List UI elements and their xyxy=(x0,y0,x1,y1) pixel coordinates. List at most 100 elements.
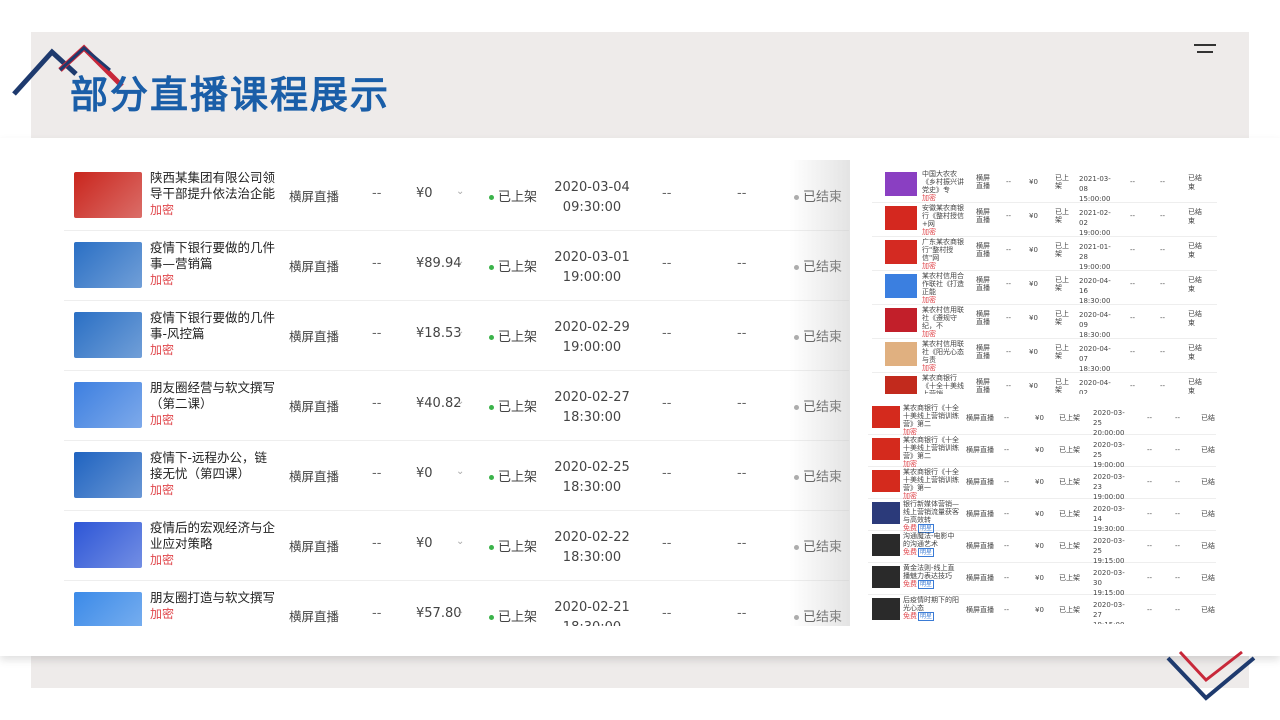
live-type: 横屏直播 xyxy=(966,606,994,614)
menu-icon[interactable] xyxy=(1194,44,1216,56)
course-thumbnail[interactable] xyxy=(885,308,917,332)
chevron-down-icon[interactable]: ⌄ xyxy=(456,256,464,267)
live-end-status: 已结束 xyxy=(1188,242,1202,259)
course-thumbnail[interactable] xyxy=(74,452,142,498)
live-type: 横屏直播 xyxy=(976,378,990,394)
placeholder-dash: -- xyxy=(1004,542,1010,550)
price: ¥0 xyxy=(1029,212,1038,220)
chevron-down-icon[interactable]: ⌄ xyxy=(456,326,464,337)
live-end-status: 已结束 xyxy=(1188,276,1202,293)
price: ¥18.53 xyxy=(416,326,462,341)
course-thumbnail[interactable] xyxy=(885,172,917,196)
price: ¥0 xyxy=(1035,542,1044,550)
chevron-down-icon[interactable]: ⌄ xyxy=(456,396,464,407)
chevron-down-icon[interactable]: ⌄ xyxy=(456,186,464,197)
access-tag: 加密 xyxy=(922,330,936,338)
course-name[interactable]: 疫情后的宏观经济与企业应对策略 加密 xyxy=(150,520,275,568)
course-thumbnail[interactable] xyxy=(74,242,142,288)
placeholder-dash: -- xyxy=(1160,246,1166,254)
course-thumbnail[interactable] xyxy=(885,342,917,366)
chevron-down-icon[interactable]: ⌄ xyxy=(456,536,464,547)
live-type: 横屏直播 xyxy=(976,208,990,224)
course-name[interactable]: 沟通魔法-电影中的沟通艺术 免费 明星 xyxy=(903,532,959,557)
price: ¥0 xyxy=(1029,314,1038,322)
course-name[interactable]: 疫情下-远程办公，链接无忧（第四课） 加密 xyxy=(150,450,275,498)
table-row: 某农商银行《十全十美线上营销加密横屏直播 -- ¥0 已上架 2020-04-02 18… xyxy=(872,372,1217,394)
course-name[interactable]: 黄金法则-线上直播魅力表达技巧 免费 明星 xyxy=(903,564,959,589)
course-name[interactable]: 陕西某集团有限公司领导干部提升依法治企能 加密 xyxy=(150,170,275,218)
course-thumbnail[interactable] xyxy=(872,566,900,588)
placeholder-dash: -- xyxy=(1004,574,1010,582)
course-thumbnail[interactable] xyxy=(885,206,917,230)
course-thumbnail[interactable] xyxy=(74,592,142,626)
listing-status: 已上架 xyxy=(1059,414,1080,422)
course-name[interactable]: 朋友圈打造与软文撰写 加密 xyxy=(150,590,275,622)
chevron-down-icon[interactable]: ⌄ xyxy=(456,466,464,477)
course-name[interactable]: 广东某农商银行"整村授信"网 加密 xyxy=(922,238,964,270)
course-name[interactable]: 某农村信用合作联社《打造正能 加密 xyxy=(922,272,964,304)
listing-status: 已上架 xyxy=(1055,378,1069,394)
encryption-tag: 加密 xyxy=(150,483,175,497)
course-name[interactable]: 后疫情时期下的阳光心态 免费 明星 xyxy=(903,596,959,621)
course-name[interactable]: 某农商银行《十全十美线上营销训练营》第一 加密 xyxy=(903,468,959,500)
listing-status: 已上架 xyxy=(1059,510,1080,518)
live-end-status: 已结 xyxy=(1201,542,1215,550)
course-name[interactable]: 疫情下银行要做的几件事-风控篇 加密 xyxy=(150,310,275,358)
placeholder-dash: -- xyxy=(372,396,382,411)
course-thumbnail[interactable] xyxy=(885,274,917,298)
placeholder-dash: -- xyxy=(1160,178,1166,186)
course-name[interactable]: 中国大农农《乡村振兴讲党史》专 加密 xyxy=(922,170,964,202)
placeholder-dash: -- xyxy=(1147,606,1153,614)
access-tag: 加密 xyxy=(922,364,936,372)
course-name[interactable]: 朋友圈经营与软文撰写（第二课） 加密 xyxy=(150,380,275,428)
course-thumbnail[interactable] xyxy=(872,438,900,460)
chevron-down-icon[interactable]: ⌄ xyxy=(456,606,464,617)
live-type: 横屏直播 xyxy=(289,469,340,484)
star-badge: 明星 xyxy=(918,548,935,557)
course-name[interactable]: 疫情下银行要做的几件事—营销篇 加密 xyxy=(150,240,275,288)
listing-status: 已上架 xyxy=(1059,606,1080,614)
placeholder-dash: -- xyxy=(737,396,747,411)
listing-status: 已上架 xyxy=(1055,310,1069,326)
table-row: 疫情下银行要做的几件事-风控篇 加密 横屏直播 -- ¥18.53 已上架 2020-02-… xyxy=(64,300,849,371)
table-row: 某农村信用合作联社《打造正能 加密 横屏直播 -- ¥0 已上架 2020-04-16 18… xyxy=(872,270,1217,305)
listing-status: 已上架 xyxy=(489,396,537,415)
price: ¥0 xyxy=(1029,280,1038,288)
course-thumbnail[interactable] xyxy=(74,522,142,568)
course-thumbnail[interactable] xyxy=(872,534,900,556)
course-thumbnail[interactable] xyxy=(872,406,900,428)
placeholder-dash: -- xyxy=(372,536,382,551)
price: ¥0 xyxy=(416,186,433,201)
course-thumbnail[interactable] xyxy=(74,172,142,218)
listing-status: 已上架 xyxy=(489,256,537,275)
listing-status: 已上架 xyxy=(1059,574,1080,582)
course-name[interactable]: 某农商银行《十全十美线上营销训练营》第二 加密 xyxy=(903,404,959,436)
table-row: 广东某农商银行"整村授信"网 加密 横屏直播 -- ¥0 已上架 2021-01-28 19… xyxy=(872,236,1217,271)
course-thumbnail[interactable] xyxy=(872,502,900,524)
price: ¥40.82 xyxy=(416,396,462,411)
live-end-status: 已结束 xyxy=(1188,344,1202,361)
course-name[interactable]: 某农商银行《十全十美线上营销训练营》第二 加密 xyxy=(903,436,959,468)
course-name-text: 陕西某集团有限公司领导干部提升依法治企能 xyxy=(150,170,276,201)
live-type: 横屏直播 xyxy=(966,478,994,486)
course-thumbnail[interactable] xyxy=(74,312,142,358)
access-tag: 加密 xyxy=(922,194,936,202)
course-name[interactable]: 某农商银行《十全十美线上营销加密 xyxy=(922,374,964,394)
course-thumbnail[interactable] xyxy=(74,382,142,428)
course-thumbnail[interactable] xyxy=(872,598,900,620)
course-thumbnail[interactable] xyxy=(872,470,900,492)
course-thumbnail[interactable] xyxy=(885,240,917,264)
live-type: 横屏直播 xyxy=(289,539,340,554)
course-name-text: 疫情下银行要做的几件事—营销篇 xyxy=(150,240,276,271)
course-name[interactable]: 某农村信用联社《遵规守纪，不 加密 xyxy=(922,306,964,338)
course-name[interactable]: 安徽某农商银行《整村授信+网 加密 xyxy=(922,204,964,236)
price: ¥0 xyxy=(1035,478,1044,486)
placeholder-dash: -- xyxy=(1006,348,1012,356)
table-fade-edge xyxy=(790,160,850,626)
start-time: 2020-03-04 09:30:00 xyxy=(554,180,630,215)
course-thumbnail[interactable] xyxy=(885,376,917,394)
placeholder-dash: -- xyxy=(662,256,672,271)
live-end-status: 已结束 xyxy=(1188,208,1202,225)
course-name[interactable]: 银行新媒体营销—线上营销流量获客与高效转 免费 明星 xyxy=(903,500,959,533)
course-name[interactable]: 某农村信用联社《阳光心态与责 加密 xyxy=(922,340,964,372)
